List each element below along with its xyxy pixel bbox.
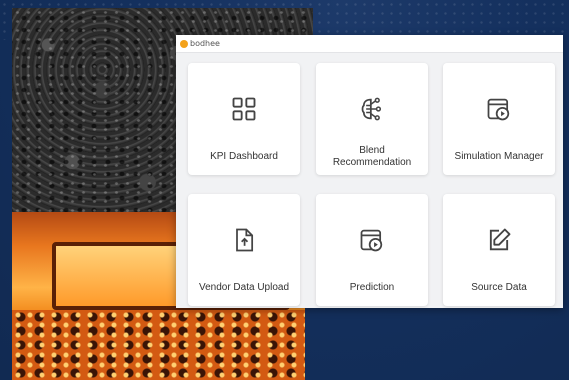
card-source-data[interactable]: Source Data <box>443 194 555 306</box>
card-label: Source Data <box>471 282 527 293</box>
card-label: Vendor Data Upload <box>198 282 290 293</box>
brain-circuit-icon <box>361 97 382 121</box>
play-window-icon <box>360 229 383 252</box>
module-grid: KPI Dashboard Blend Recommendation Simul… <box>176 52 563 308</box>
grid-icon <box>232 97 256 121</box>
card-label: Prediction <box>349 282 395 293</box>
upload-file-icon <box>236 228 254 252</box>
card-simulation-manager[interactable]: Simulation Manager <box>443 63 555 175</box>
app-window: bodhee KPI Dashboard Blend Recommendatio… <box>176 35 563 308</box>
edit-icon <box>489 228 511 251</box>
brand-logo[interactable]: bodhee <box>180 39 220 48</box>
brand-name: bodhee <box>190 39 220 48</box>
card-blend-recommendation[interactable]: Blend Recommendation <box>316 63 428 175</box>
card-kpi-dashboard[interactable]: KPI Dashboard <box>188 63 300 175</box>
card-label: Simulation Manager <box>454 151 544 162</box>
logo-icon <box>180 39 188 48</box>
card-vendor-data-upload[interactable]: Vendor Data Upload <box>188 194 300 306</box>
card-label: KPI Dashboard <box>210 151 278 162</box>
play-window-icon <box>487 98 510 121</box>
card-label: Blend Recommendation <box>332 145 412 168</box>
app-header: bodhee <box>176 35 563 53</box>
card-prediction[interactable]: Prediction <box>316 194 428 306</box>
